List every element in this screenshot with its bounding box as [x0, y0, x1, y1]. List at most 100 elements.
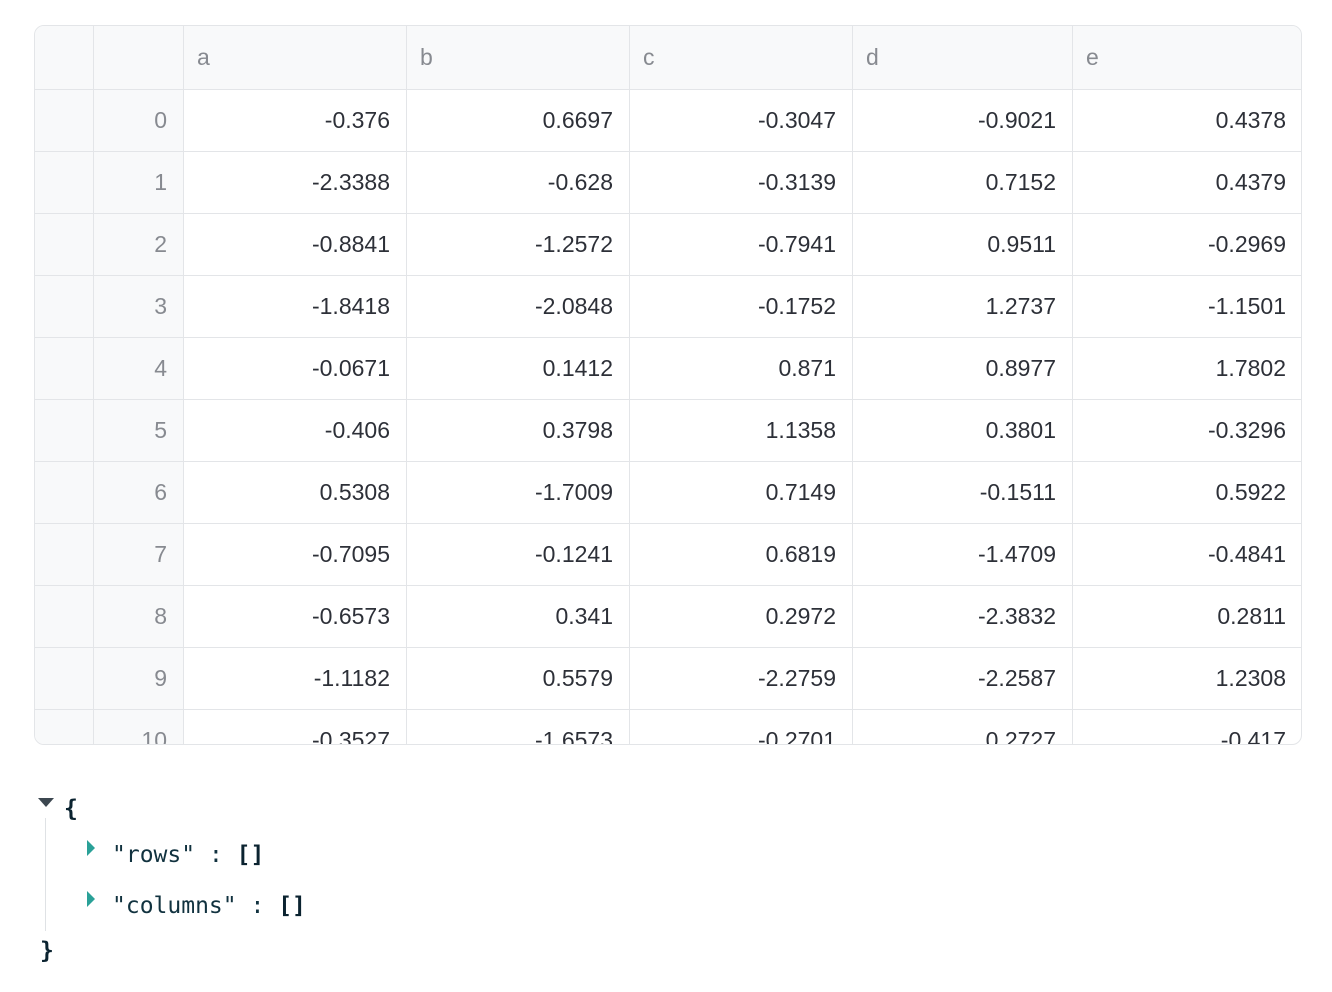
- expand-rows-caret-icon[interactable]: [87, 840, 95, 856]
- table-cell-e[interactable]: -0.2969: [1072, 213, 1301, 276]
- table-cell-e[interactable]: 0.2811: [1072, 585, 1301, 648]
- table-cell-a[interactable]: -0.6573: [183, 585, 407, 648]
- table-cell-c[interactable]: 0.7149: [629, 461, 853, 524]
- table-cell-d[interactable]: 1.2737: [852, 275, 1073, 338]
- table-cell-e[interactable]: 0.5922: [1072, 461, 1301, 524]
- table-cell-e[interactable]: 0.4378: [1072, 89, 1301, 152]
- index-header[interactable]: [93, 26, 184, 90]
- column-header-d[interactable]: d: [852, 26, 1073, 90]
- row-index[interactable]: 6: [93, 461, 184, 524]
- row-index[interactable]: 1: [93, 151, 184, 214]
- row-selector[interactable]: [35, 89, 94, 152]
- table-cell-a[interactable]: -1.1182: [183, 647, 407, 710]
- table-cell-d[interactable]: -2.2587: [852, 647, 1073, 710]
- column-header-b[interactable]: b: [406, 26, 630, 90]
- collapse-caret-icon[interactable]: [38, 798, 54, 807]
- json-open-brace: {: [64, 796, 78, 822]
- table-cell-e[interactable]: 1.7802: [1072, 337, 1301, 400]
- table-cell-d[interactable]: 0.7152: [852, 151, 1073, 214]
- table-row: 1 -2.3388 -0.628 -0.3139 0.7152 0.4379: [35, 151, 1301, 214]
- table-cell-b[interactable]: 0.5579: [406, 647, 630, 710]
- row-index[interactable]: 5: [93, 399, 184, 462]
- row-index[interactable]: 3: [93, 275, 184, 338]
- dataframe-table: a b c d e 0 -0.376 0.6697 -0.3047 -0.9021 0.4…: [35, 26, 1301, 744]
- header-row: a b c d e: [35, 26, 1301, 90]
- json-value-columns: []: [278, 893, 306, 919]
- table-cell-c[interactable]: 0.6819: [629, 523, 853, 586]
- table-cell-c[interactable]: -0.3047: [629, 89, 853, 152]
- column-header-a[interactable]: a: [183, 26, 407, 90]
- table-cell-d[interactable]: 0.8977: [852, 337, 1073, 400]
- table-cell-a[interactable]: -0.3527: [183, 709, 407, 744]
- row-selector[interactable]: [35, 647, 94, 710]
- table-row: 2 -0.8841 -1.2572 -0.7941 0.9511 -0.2969: [35, 213, 1301, 276]
- table-cell-c[interactable]: -0.7941: [629, 213, 853, 276]
- table-cell-a[interactable]: -0.8841: [183, 213, 407, 276]
- row-selector[interactable]: [35, 523, 94, 586]
- row-selector-header[interactable]: [35, 26, 94, 90]
- table-cell-a[interactable]: -0.376: [183, 89, 407, 152]
- json-colon: :: [208, 842, 223, 868]
- dataframe-grid[interactable]: a b c d e 0 -0.376 0.6697 -0.3047 -0.9021 0.4…: [34, 25, 1302, 745]
- table-cell-a[interactable]: -0.406: [183, 399, 407, 462]
- row-selector[interactable]: [35, 585, 94, 648]
- row-selector[interactable]: [35, 275, 94, 338]
- table-cell-b[interactable]: 0.1412: [406, 337, 630, 400]
- table-cell-b[interactable]: 0.6697: [406, 89, 630, 152]
- table-cell-d[interactable]: 0.2727: [852, 709, 1073, 744]
- table-cell-b[interactable]: -1.2572: [406, 213, 630, 276]
- row-index[interactable]: 7: [93, 523, 184, 586]
- row-selector[interactable]: [35, 337, 94, 400]
- table-cell-e[interactable]: -0.417: [1072, 709, 1301, 744]
- table-cell-e[interactable]: -1.1501: [1072, 275, 1301, 338]
- table-cell-d[interactable]: -1.4709: [852, 523, 1073, 586]
- table-cell-b[interactable]: 0.3798: [406, 399, 630, 462]
- table-cell-b[interactable]: 0.341: [406, 585, 630, 648]
- table-cell-c[interactable]: 0.871: [629, 337, 853, 400]
- row-selector[interactable]: [35, 151, 94, 214]
- json-colon: :: [250, 893, 265, 919]
- table-cell-b[interactable]: -1.6573: [406, 709, 630, 744]
- json-entry-rows[interactable]: "rows" : []: [112, 842, 264, 868]
- table-cell-e[interactable]: -0.4841: [1072, 523, 1301, 586]
- table-cell-c[interactable]: -0.1752: [629, 275, 853, 338]
- json-viewer: { "rows" : [] "columns" : [] }: [36, 790, 636, 980]
- table-cell-e[interactable]: -0.3296: [1072, 399, 1301, 462]
- expand-columns-caret-icon[interactable]: [87, 891, 95, 907]
- table-cell-d[interactable]: -0.1511: [852, 461, 1073, 524]
- row-selector[interactable]: [35, 461, 94, 524]
- table-cell-c[interactable]: -0.3139: [629, 151, 853, 214]
- table-cell-b[interactable]: -0.628: [406, 151, 630, 214]
- table-cell-b[interactable]: -1.7009: [406, 461, 630, 524]
- table-cell-a[interactable]: -1.8418: [183, 275, 407, 338]
- table-cell-a[interactable]: -0.7095: [183, 523, 407, 586]
- row-selector[interactable]: [35, 213, 94, 276]
- table-cell-d[interactable]: -0.9021: [852, 89, 1073, 152]
- table-cell-d[interactable]: 0.3801: [852, 399, 1073, 462]
- table-cell-a[interactable]: -2.3388: [183, 151, 407, 214]
- table-cell-d[interactable]: 0.9511: [852, 213, 1073, 276]
- column-header-c[interactable]: c: [629, 26, 853, 90]
- table-cell-e[interactable]: 0.4379: [1072, 151, 1301, 214]
- table-cell-a[interactable]: 0.5308: [183, 461, 407, 524]
- table-cell-a[interactable]: -0.0671: [183, 337, 407, 400]
- table-cell-c[interactable]: 1.1358: [629, 399, 853, 462]
- row-selector[interactable]: [35, 399, 94, 462]
- row-index[interactable]: 8: [93, 585, 184, 648]
- table-cell-d[interactable]: -2.3832: [852, 585, 1073, 648]
- table-cell-b[interactable]: -2.0848: [406, 275, 630, 338]
- json-key-columns: "columns": [112, 893, 237, 919]
- row-index[interactable]: 0: [93, 89, 184, 152]
- table-cell-c[interactable]: -2.2759: [629, 647, 853, 710]
- row-index[interactable]: 4: [93, 337, 184, 400]
- json-entry-columns[interactable]: "columns" : []: [112, 893, 306, 919]
- column-header-e[interactable]: e: [1072, 26, 1301, 90]
- row-index[interactable]: 9: [93, 647, 184, 710]
- table-cell-c[interactable]: -0.2701: [629, 709, 853, 744]
- row-selector[interactable]: [35, 709, 94, 744]
- table-cell-c[interactable]: 0.2972: [629, 585, 853, 648]
- row-index[interactable]: 10: [93, 709, 184, 744]
- table-cell-e[interactable]: 1.2308: [1072, 647, 1301, 710]
- row-index[interactable]: 2: [93, 213, 184, 276]
- table-cell-b[interactable]: -0.1241: [406, 523, 630, 586]
